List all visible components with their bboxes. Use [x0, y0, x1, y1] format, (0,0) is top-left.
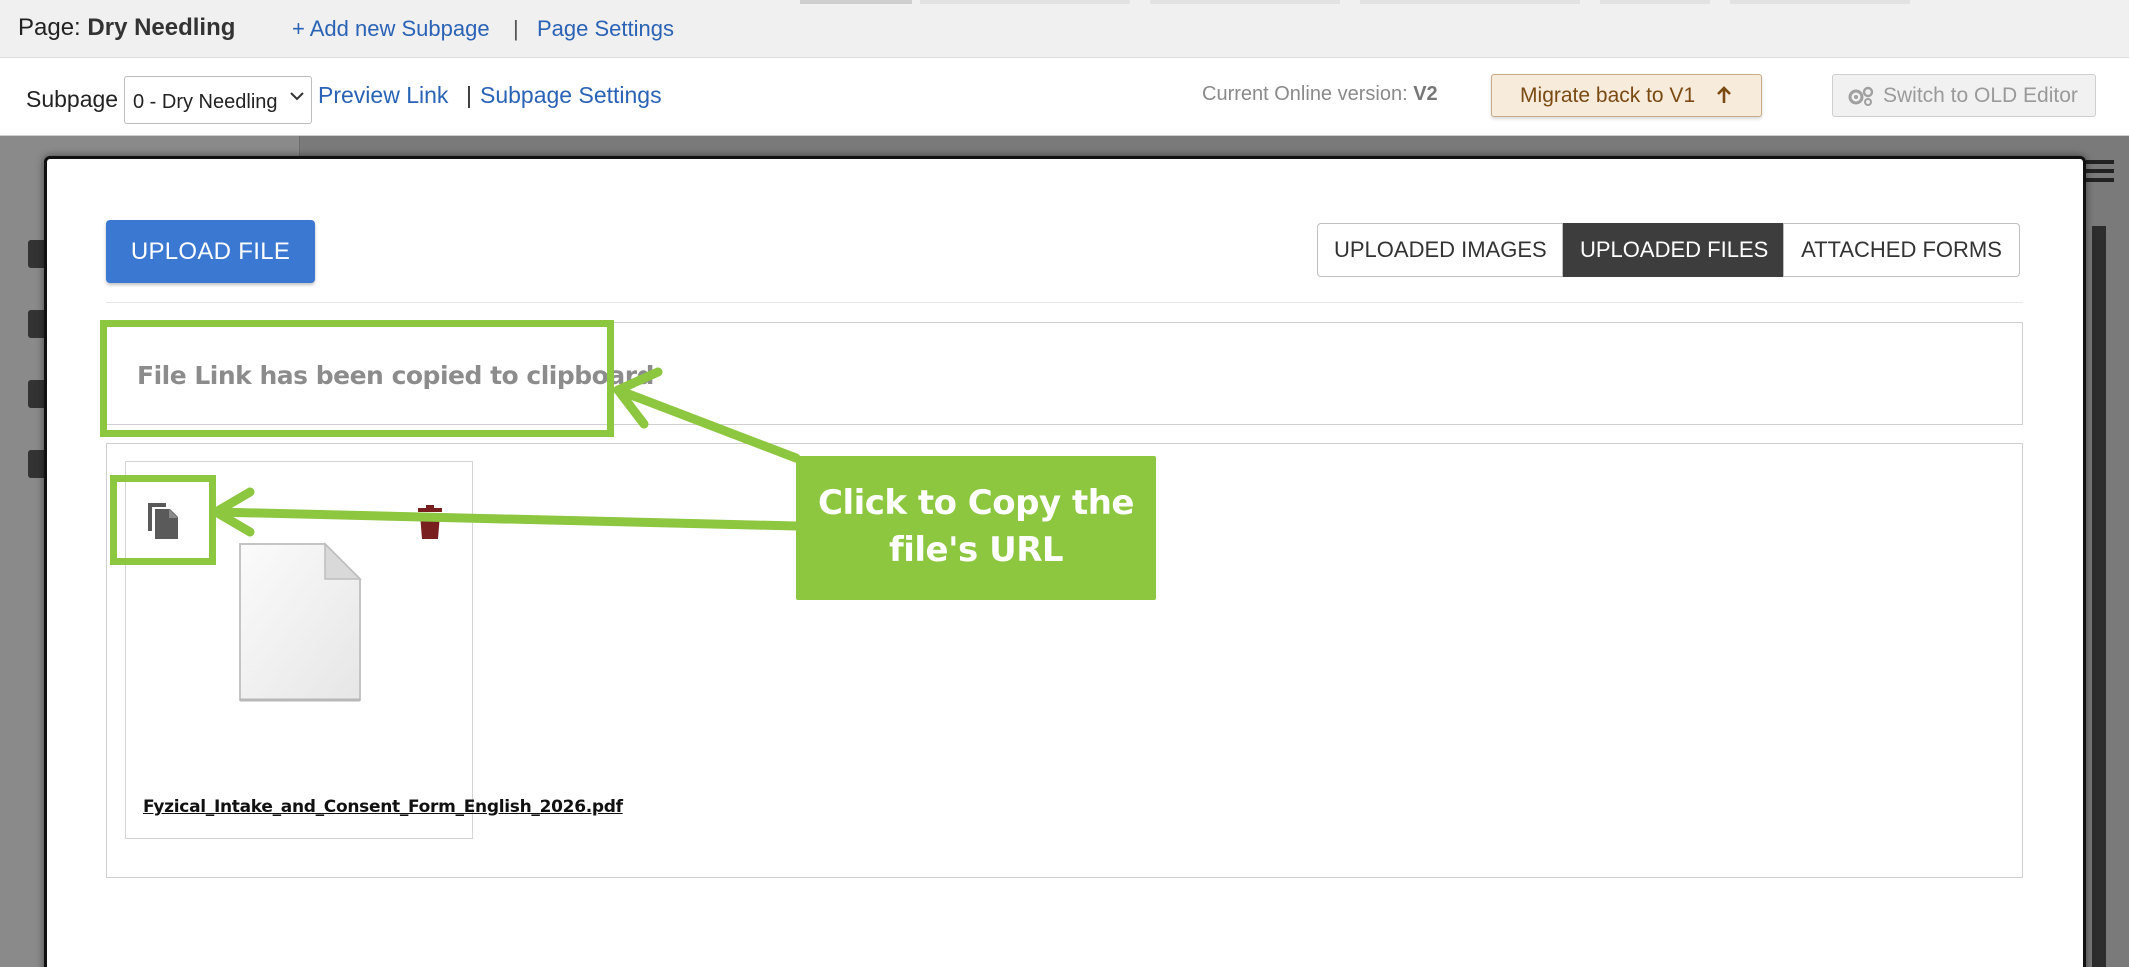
online-version-label: Current Online version: [1202, 83, 1408, 105]
page-title-name: Dry Needling [87, 14, 236, 41]
subpage-select-value: 0 - Dry Needling [133, 91, 278, 113]
subpage-label: Subpage [26, 86, 119, 112]
editor-scrollbar [2092, 226, 2106, 967]
page-settings-link[interactable]: Page Settings [537, 16, 674, 42]
arrow-up-icon [1717, 86, 1731, 103]
online-version-value: V2 [1413, 83, 1438, 105]
tab-attached-forms[interactable]: ATTACHED FORMS [1783, 223, 2020, 277]
document-icon[interactable] [237, 541, 363, 703]
chevron-down-icon [290, 92, 304, 101]
migrate-back-label: Migrate back to V1 [1520, 84, 1696, 107]
migrate-back-button[interactable]: Migrate back to V1 [1491, 74, 1762, 117]
page-header: Page: Dry Needling + Add new Subpage | P… [0, 0, 2129, 58]
preview-link[interactable]: Preview Link [318, 82, 448, 109]
header-separator: | [513, 16, 519, 41]
gears-icon [1848, 86, 1874, 106]
subpage-select[interactable]: 0 - Dry Needling [124, 76, 312, 124]
subpage-settings-link[interactable]: Subpage Settings [480, 82, 662, 109]
page-title: Page: Dry Needling [18, 14, 235, 42]
browser-tab-strip [0, 0, 2129, 4]
copy-icon-highlight-box [110, 475, 216, 565]
page-title-prefix: Page: [18, 14, 81, 41]
trash-icon[interactable] [417, 505, 443, 539]
tab-uploaded-images[interactable]: UPLOADED IMAGES [1317, 223, 1563, 277]
file-name-link[interactable]: Fyzical_Intake_and_Consent_Form_English_… [143, 797, 623, 817]
subpage-toolbar: Subpage 0 - Dry Needling Preview Link | … [0, 58, 2129, 136]
subbar-separator: | [466, 82, 472, 108]
add-subpage-link[interactable]: + Add new Subpage [292, 16, 490, 42]
tab-uploaded-files[interactable]: UPLOADED FILES [1563, 223, 1783, 277]
clipboard-highlight-box [100, 320, 614, 437]
tutorial-callout: Click to Copy the file's URL [796, 456, 1156, 600]
hamburger-icon[interactable] [2086, 160, 2114, 182]
file-manager-tabs: UPLOADED IMAGES UPLOADED FILES ATTACHED … [1317, 223, 2020, 277]
online-version-status: Current Online version: V2 [1202, 83, 1438, 106]
callout-line-2: file's URL [888, 530, 1064, 570]
switch-old-editor-button[interactable]: Switch to OLD Editor [1832, 74, 2096, 117]
switch-old-editor-label: Switch to OLD Editor [1883, 84, 2078, 107]
app-root: Page: Dry Needling + Add new Subpage | P… [0, 0, 2129, 967]
modal-divider [106, 302, 2023, 303]
callout-line-1: Click to Copy the [818, 483, 1134, 523]
upload-file-button[interactable]: UPLOAD FILE [106, 220, 315, 283]
